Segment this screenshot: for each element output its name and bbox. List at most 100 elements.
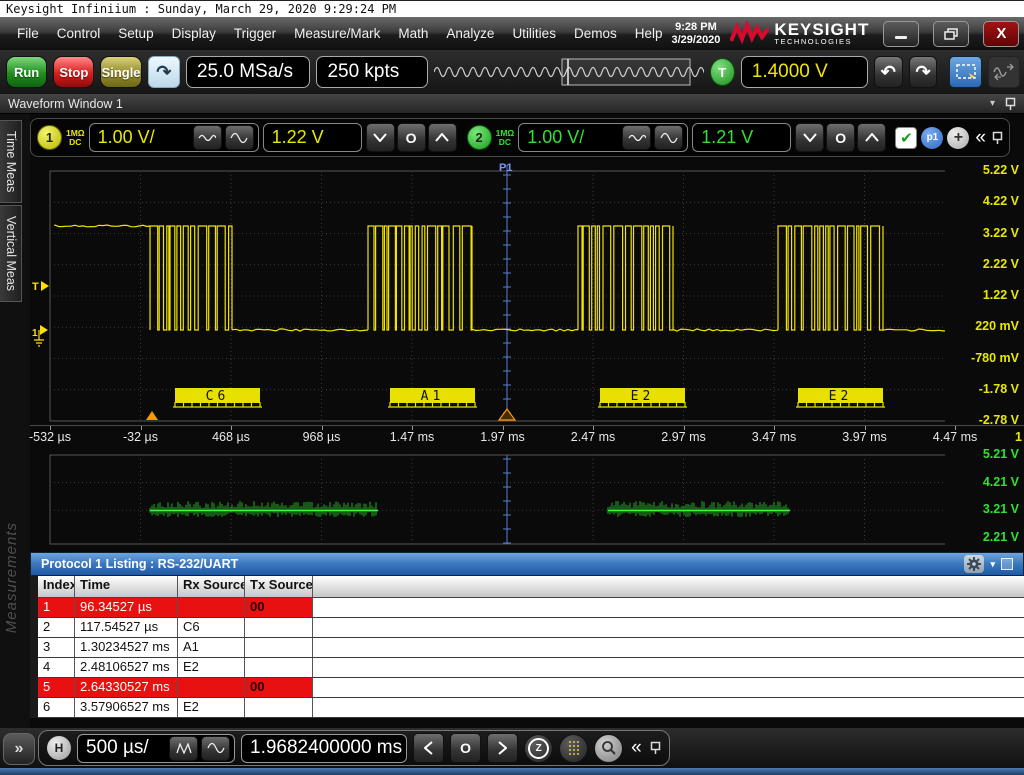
timebase-sine-button[interactable] bbox=[201, 736, 230, 761]
p1-marker-label[interactable]: P1 bbox=[499, 162, 512, 174]
pan-left-button[interactable] bbox=[413, 733, 444, 763]
add-waveform-button[interactable]: + bbox=[947, 127, 969, 149]
menu-measure-mark[interactable]: Measure/Mark bbox=[285, 26, 389, 41]
channel2-scale-fine-button[interactable] bbox=[622, 125, 651, 150]
minimize-button[interactable] bbox=[883, 21, 919, 47]
bottombar-collapse-icon[interactable]: « bbox=[629, 737, 644, 759]
expand-panel-button[interactable]: » bbox=[3, 733, 35, 765]
channel2-coupling[interactable]: 1MΩDC bbox=[496, 129, 515, 147]
channel1-scale-fine-button[interactable] bbox=[193, 125, 222, 150]
lower-waveform-plot[interactable]: 5.21 V4.21 V3.21 V2.21 V bbox=[30, 448, 1024, 550]
acquisition-overview-strip[interactable] bbox=[434, 56, 704, 88]
menu-trigger[interactable]: Trigger bbox=[225, 26, 285, 41]
channel1-offset-down-button[interactable] bbox=[366, 123, 395, 152]
channel1-coupling[interactable]: 1MΩDC bbox=[66, 129, 85, 147]
menu-help[interactable]: Help bbox=[626, 26, 672, 41]
table-row[interactable]: 2117.54527 µsC6 bbox=[38, 618, 1024, 638]
touch-mode-button[interactable]: ↷ bbox=[148, 56, 180, 88]
tab-time-meas[interactable]: Time Meas bbox=[0, 120, 22, 203]
clock-time: 9:28 PM bbox=[671, 21, 720, 34]
horizontal-position-value[interactable]: 1.9682400000 ms bbox=[250, 737, 402, 759]
channelbar-pin-icon[interactable] bbox=[992, 131, 1003, 145]
region-select-button[interactable] bbox=[949, 56, 981, 88]
table-row[interactable]: 52.64330527 ms00 bbox=[38, 678, 1024, 698]
time-axis: -532 µs-32 µs468 µs968 µs1.47 ms1.97 ms2… bbox=[30, 425, 1024, 449]
channel2-scale-value[interactable]: 1.00 V/ bbox=[527, 127, 619, 148]
horizontal-badge[interactable]: H bbox=[47, 736, 71, 760]
x-axis-tick bbox=[231, 426, 232, 430]
redo-button[interactable]: ↷ bbox=[909, 56, 938, 88]
channel2-offset-zero-button[interactable]: O bbox=[826, 123, 855, 152]
probe-p1-badge[interactable]: p1 bbox=[921, 127, 943, 149]
window-dropdown-icon[interactable]: ▾ bbox=[990, 98, 995, 109]
zoom-mode-button[interactable]: Z bbox=[524, 734, 553, 763]
waveform-tool-icon bbox=[993, 63, 1015, 81]
channel2-scale-coarse-button[interactable] bbox=[654, 125, 683, 150]
pin-icon[interactable] bbox=[1005, 97, 1016, 111]
channel1-badge[interactable]: 1 bbox=[37, 125, 62, 150]
col-time[interactable]: Time bbox=[75, 576, 178, 597]
stop-button[interactable]: Stop bbox=[53, 56, 94, 88]
protocol-settings-button[interactable] bbox=[964, 555, 984, 573]
channel1-offset-zero-button[interactable]: O bbox=[397, 123, 426, 152]
channel1-offset-up-button[interactable] bbox=[428, 123, 457, 152]
menu-display[interactable]: Display bbox=[163, 26, 225, 41]
upper-waveform-plot[interactable]: T1C6A1E2E2 P1 5.22 V4.22 V3.22 V2.22 V1.… bbox=[30, 160, 1024, 425]
restore-button[interactable] bbox=[933, 21, 969, 47]
bottombar-pin-icon[interactable] bbox=[650, 741, 661, 755]
upper-y-label: 1.22 V bbox=[939, 288, 1019, 302]
sample-rate-field[interactable]: 25.0 MSa/s bbox=[186, 56, 311, 88]
upper-y-label: 4.22 V bbox=[939, 194, 1019, 208]
channel2-offset-up-button[interactable] bbox=[857, 123, 886, 152]
menu-utilities[interactable]: Utilities bbox=[503, 26, 565, 41]
table-row[interactable]: 63.57906527 msE2 bbox=[38, 698, 1024, 718]
channel1-offset-value[interactable]: 1.22 V bbox=[272, 127, 357, 148]
pan-right-button[interactable] bbox=[487, 733, 518, 763]
measurements-panel-label: Measurements bbox=[3, 522, 20, 633]
channel1-scale-value[interactable]: 1.00 V/ bbox=[98, 127, 190, 148]
menu-setup[interactable]: Setup bbox=[109, 26, 162, 41]
position-zero-button[interactable]: O bbox=[450, 733, 481, 763]
col-index[interactable]: Index bbox=[38, 576, 75, 597]
close-button[interactable]: X bbox=[983, 21, 1019, 47]
tab-vertical-meas[interactable]: Vertical Meas bbox=[0, 205, 22, 302]
channel2-badge[interactable]: 2 bbox=[467, 125, 492, 150]
menu-control[interactable]: Control bbox=[48, 26, 110, 41]
markers-button[interactable] bbox=[559, 734, 588, 763]
protocol-table: Index Time Rx Source Tx Source 196.34527… bbox=[30, 576, 1024, 718]
protocol-header[interactable]: Protocol 1 Listing : RS-232/UART ▾ bbox=[30, 552, 1024, 576]
channel2-offset-down-button[interactable] bbox=[795, 123, 824, 152]
trigger-source-badge[interactable]: T bbox=[710, 58, 735, 86]
single-button[interactable]: Single bbox=[100, 56, 141, 88]
menu-math[interactable]: Math bbox=[389, 26, 437, 41]
table-row[interactable]: 42.48106527 msE2 bbox=[38, 658, 1024, 678]
timebase-value[interactable]: 500 µs/ bbox=[86, 737, 166, 759]
protocol-dropdown-icon[interactable]: ▾ bbox=[990, 559, 995, 570]
protocol-listing-panel: Protocol 1 Listing : RS-232/UART ▾ Index… bbox=[30, 552, 1024, 718]
table-row[interactable]: 196.34527 µs00 bbox=[38, 598, 1024, 618]
overview-waveform-icon bbox=[434, 56, 704, 88]
lower-plot-canvas bbox=[30, 448, 945, 550]
search-button[interactable] bbox=[594, 734, 623, 763]
col-rx-source[interactable]: Rx Source bbox=[178, 576, 245, 597]
col-tx-source[interactable]: Tx Source bbox=[245, 576, 313, 597]
table-row[interactable]: 31.30234527 msA1 bbox=[38, 638, 1024, 658]
x-axis-tick bbox=[684, 426, 685, 430]
channel2-offset-value[interactable]: 1.21 V bbox=[701, 127, 786, 148]
channel1-scale-coarse-button[interactable] bbox=[225, 125, 254, 150]
probe-enable-checkbox[interactable]: ✔ bbox=[895, 127, 917, 149]
collapse-chevrons-icon[interactable]: « bbox=[973, 127, 988, 149]
svg-text:T: T bbox=[32, 281, 39, 293]
run-button[interactable]: Run bbox=[6, 56, 47, 88]
channel1-offset-nav: O bbox=[366, 123, 457, 152]
undo-button[interactable]: ↶ bbox=[874, 56, 903, 88]
menu-demos[interactable]: Demos bbox=[565, 26, 626, 41]
menu-file[interactable]: File bbox=[8, 26, 48, 41]
protocol-dock-icon[interactable] bbox=[1001, 558, 1013, 570]
waveform-window-tab[interactable]: Waveform Window 1 bbox=[8, 97, 123, 111]
trigger-level-field[interactable]: 1.4000 V bbox=[741, 56, 868, 88]
menu-analyze[interactable]: Analyze bbox=[437, 26, 503, 41]
memory-depth-field[interactable]: 250 kpts bbox=[316, 56, 427, 88]
waveform-tool-button[interactable] bbox=[988, 56, 1020, 88]
timebase-zigzag-button[interactable] bbox=[169, 736, 198, 761]
